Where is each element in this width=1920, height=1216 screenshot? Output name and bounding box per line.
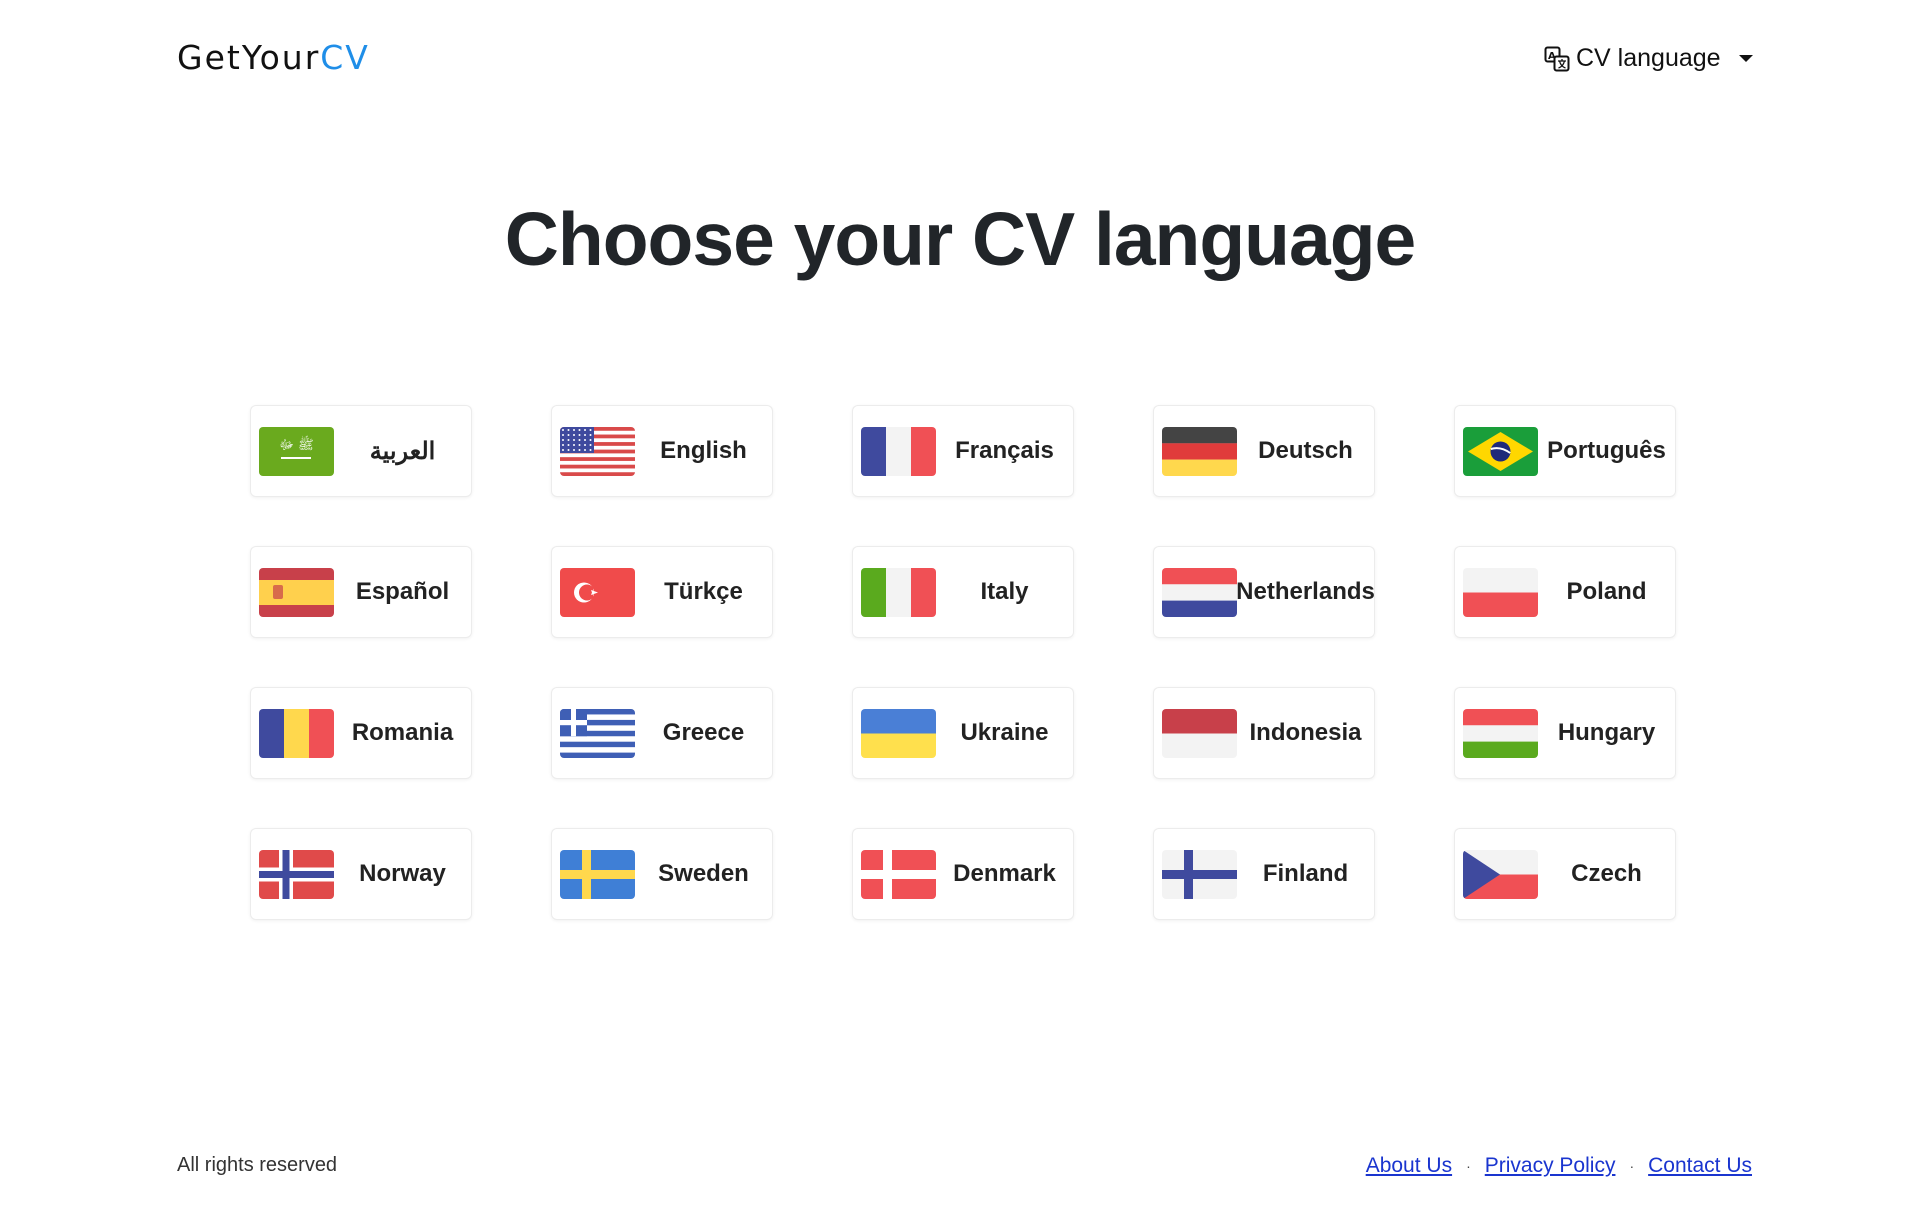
language-option[interactable]: Português <box>1454 405 1676 497</box>
cv-language-dropdown[interactable]: A CV language <box>1544 44 1753 73</box>
spain-flag-icon <box>259 568 334 617</box>
turkey-flag-icon <box>560 568 635 617</box>
language-label: Netherlands <box>1236 578 1375 605</box>
language-option[interactable]: Deutsch <box>1153 405 1375 497</box>
czech-flag-icon <box>1463 850 1538 899</box>
footer-links: About Us · Privacy Policy · Contact Us <box>1366 1154 1752 1178</box>
language-grid: ﷺ ﷻ العربية English Français Deutsch Portuguê… <box>250 405 1676 920</box>
language-option[interactable]: Denmark <box>852 828 1074 920</box>
language-label: Ukraine <box>960 719 1049 746</box>
footer-separator: · <box>1466 1158 1471 1174</box>
language-option[interactable]: Netherlands <box>1153 546 1375 638</box>
language-label: Finland <box>1262 860 1349 887</box>
language-label: Español <box>355 578 450 605</box>
about-us-link[interactable]: About Us <box>1366 1154 1452 1178</box>
cv-language-label: CV language <box>1576 44 1721 72</box>
indonesia-flag-icon <box>1162 709 1237 758</box>
language-option[interactable]: Greece <box>551 687 773 779</box>
language-label: Greece <box>662 719 745 746</box>
brazil-flag-icon <box>1463 427 1538 476</box>
romania-flag-icon <box>259 709 334 758</box>
language-label: Français <box>955 437 1054 464</box>
caret-down-icon <box>1738 55 1753 62</box>
page-title: Choose your CV language <box>504 197 1416 281</box>
germany-flag-icon <box>1162 427 1237 476</box>
sweden-flag-icon <box>560 850 635 899</box>
greece-flag-icon <box>560 709 635 758</box>
finland-flag-icon <box>1162 850 1237 899</box>
language-option[interactable]: Poland <box>1454 546 1676 638</box>
copyright-text: All rights reserved <box>177 1154 338 1176</box>
language-option[interactable]: Hungary <box>1454 687 1676 779</box>
site-logo[interactable]: GetYourCV <box>177 38 370 77</box>
language-label: Sweden <box>658 860 749 887</box>
language-label: Italy <box>980 578 1029 605</box>
language-label: Português <box>1547 437 1666 464</box>
language-label: Denmark <box>953 860 1056 887</box>
language-option[interactable]: ﷺ ﷻ العربية <box>250 405 472 497</box>
language-label: Türkçe <box>664 578 743 605</box>
language-option[interactable]: Ukraine <box>852 687 1074 779</box>
logo-text-getyour: GetYour <box>177 38 321 77</box>
language-label: العربية <box>369 437 436 465</box>
contact-us-link[interactable]: Contact Us <box>1648 1154 1752 1178</box>
language-option[interactable]: Italy <box>852 546 1074 638</box>
language-label: Poland <box>1566 578 1647 605</box>
logo-text-cv: CV <box>320 38 370 77</box>
italy-flag-icon <box>861 568 936 617</box>
language-label: Deutsch <box>1258 437 1353 464</box>
language-option[interactable]: Norway <box>250 828 472 920</box>
language-option[interactable]: Finland <box>1153 828 1375 920</box>
privacy-policy-link[interactable]: Privacy Policy <box>1485 1154 1616 1178</box>
france-flag-icon <box>861 427 936 476</box>
language-option[interactable]: Sweden <box>551 828 773 920</box>
saudi-arabia-flag-icon: ﷺ ﷻ <box>259 427 334 476</box>
language-option[interactable]: Czech <box>1454 828 1676 920</box>
language-label: English <box>660 437 747 464</box>
ukraine-flag-icon <box>861 709 936 758</box>
language-label: Czech <box>1571 860 1642 887</box>
language-label: Hungary <box>1557 719 1656 746</box>
footer-separator: · <box>1629 1158 1635 1174</box>
denmark-flag-icon <box>861 850 936 899</box>
language-option[interactable]: Español <box>250 546 472 638</box>
language-option[interactable]: Indonesia <box>1153 687 1375 779</box>
language-option[interactable]: Türkçe <box>551 546 773 638</box>
language-option[interactable]: Romania <box>250 687 472 779</box>
netherlands-flag-icon <box>1162 568 1237 617</box>
norway-flag-icon <box>259 850 334 899</box>
usa-flag-icon <box>560 427 635 476</box>
language-option[interactable]: English <box>551 405 773 497</box>
svg-text:ﷺ ﷻ: ﷺ ﷻ <box>279 435 314 453</box>
language-label: Indonesia <box>1249 719 1362 746</box>
translate-icon: A <box>1544 46 1570 72</box>
poland-flag-icon <box>1463 568 1538 617</box>
language-label: Romania <box>351 719 454 746</box>
language-option[interactable]: Français <box>852 405 1074 497</box>
hungary-flag-icon <box>1463 709 1538 758</box>
language-label: Norway <box>359 860 446 887</box>
